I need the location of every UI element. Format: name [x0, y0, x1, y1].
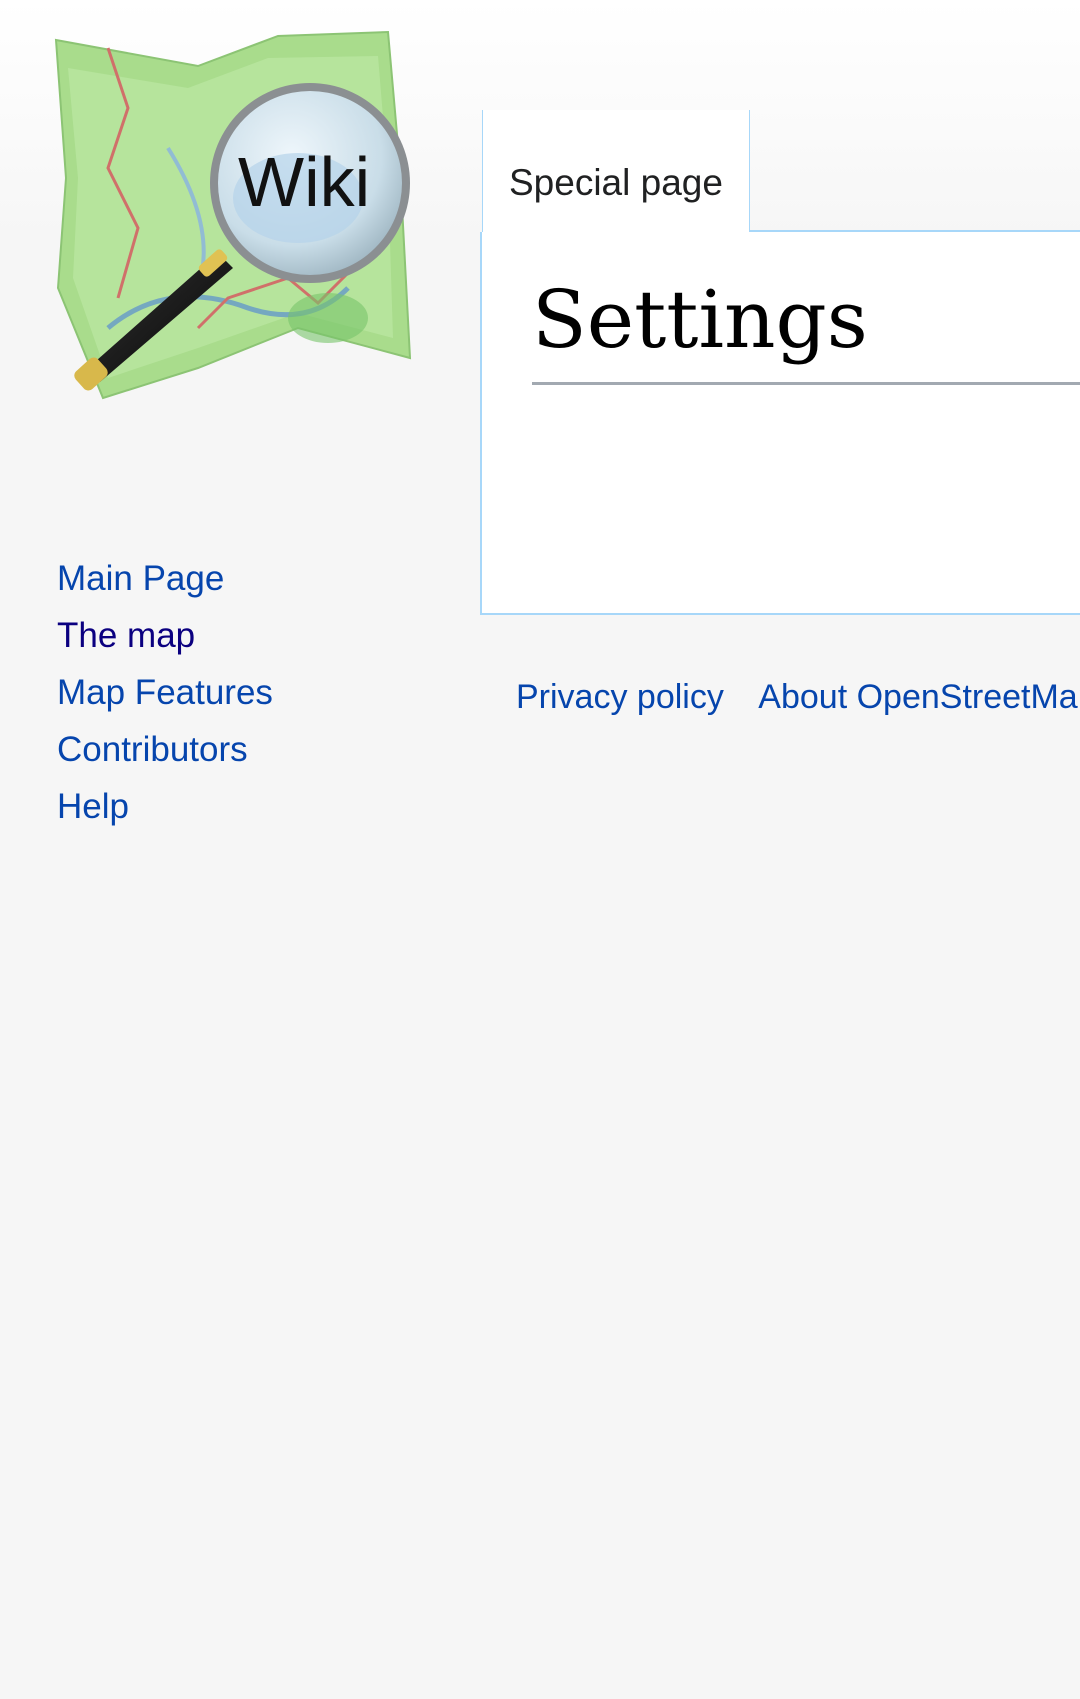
sidebar-item-main-page: Main Page: [57, 550, 273, 607]
sidebar-item-help: Help: [57, 778, 273, 835]
help-link[interactable]: Help: [57, 787, 129, 826]
footer: Privacy policy About OpenStreetMap: [516, 678, 1080, 717]
about-openstreetmap-link[interactable]: About OpenStreetMap: [758, 678, 1080, 716]
site-logo[interactable]: Wiki: [48, 28, 448, 438]
sidebar-item-map-features: Map Features: [57, 664, 273, 721]
sidebar-item-contributors: Contributors: [57, 721, 273, 778]
content-area: Settings: [480, 232, 1080, 615]
the-map-link[interactable]: The map: [57, 616, 195, 655]
sidebar-navigation: Main Page The map Map Features Contribut…: [57, 550, 273, 835]
privacy-policy-link[interactable]: Privacy policy: [516, 678, 724, 716]
wiki-logo-icon: Wiki: [54, 30, 412, 400]
tab-label: Special page: [509, 162, 723, 203]
contributors-link[interactable]: Contributors: [57, 730, 248, 769]
tab-special-page[interactable]: Special page: [482, 110, 750, 232]
logo-wiki-text: Wiki: [238, 143, 370, 221]
map-features-link[interactable]: Map Features: [57, 673, 273, 712]
sidebar-item-the-map: The map: [57, 607, 273, 664]
main-page-link[interactable]: Main Page: [57, 559, 224, 598]
page-title: Settings: [532, 280, 1080, 385]
